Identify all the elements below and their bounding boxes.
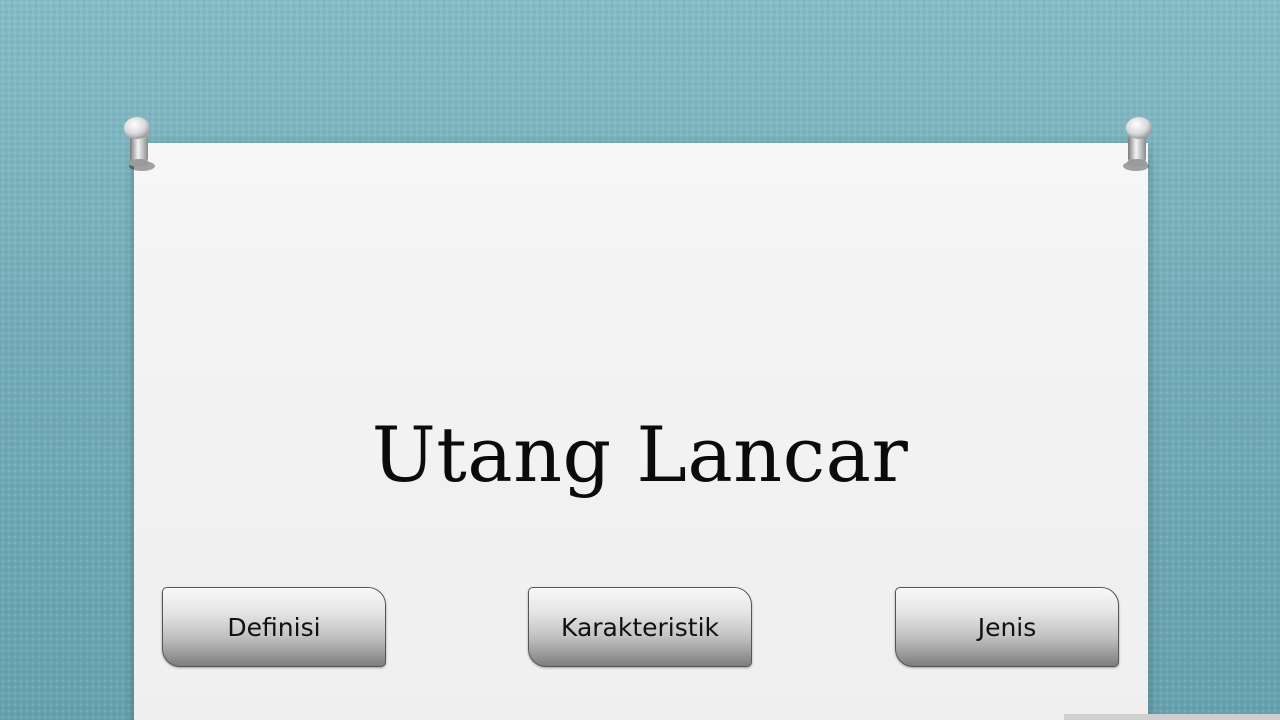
push-pin-icon xyxy=(1114,114,1160,176)
slide-title: Utang Lancar xyxy=(371,410,909,499)
definisi-button[interactable]: Definisi xyxy=(162,587,386,667)
karakteristik-button[interactable]: Karakteristik xyxy=(528,587,752,667)
jenis-button-label: Jenis xyxy=(977,612,1037,642)
push-pin-icon xyxy=(116,114,162,176)
definisi-button-label: Definisi xyxy=(227,612,321,642)
karakteristik-button-label: Karakteristik xyxy=(560,612,719,642)
corner-bar xyxy=(1064,714,1280,720)
jenis-button[interactable]: Jenis xyxy=(895,587,1119,667)
